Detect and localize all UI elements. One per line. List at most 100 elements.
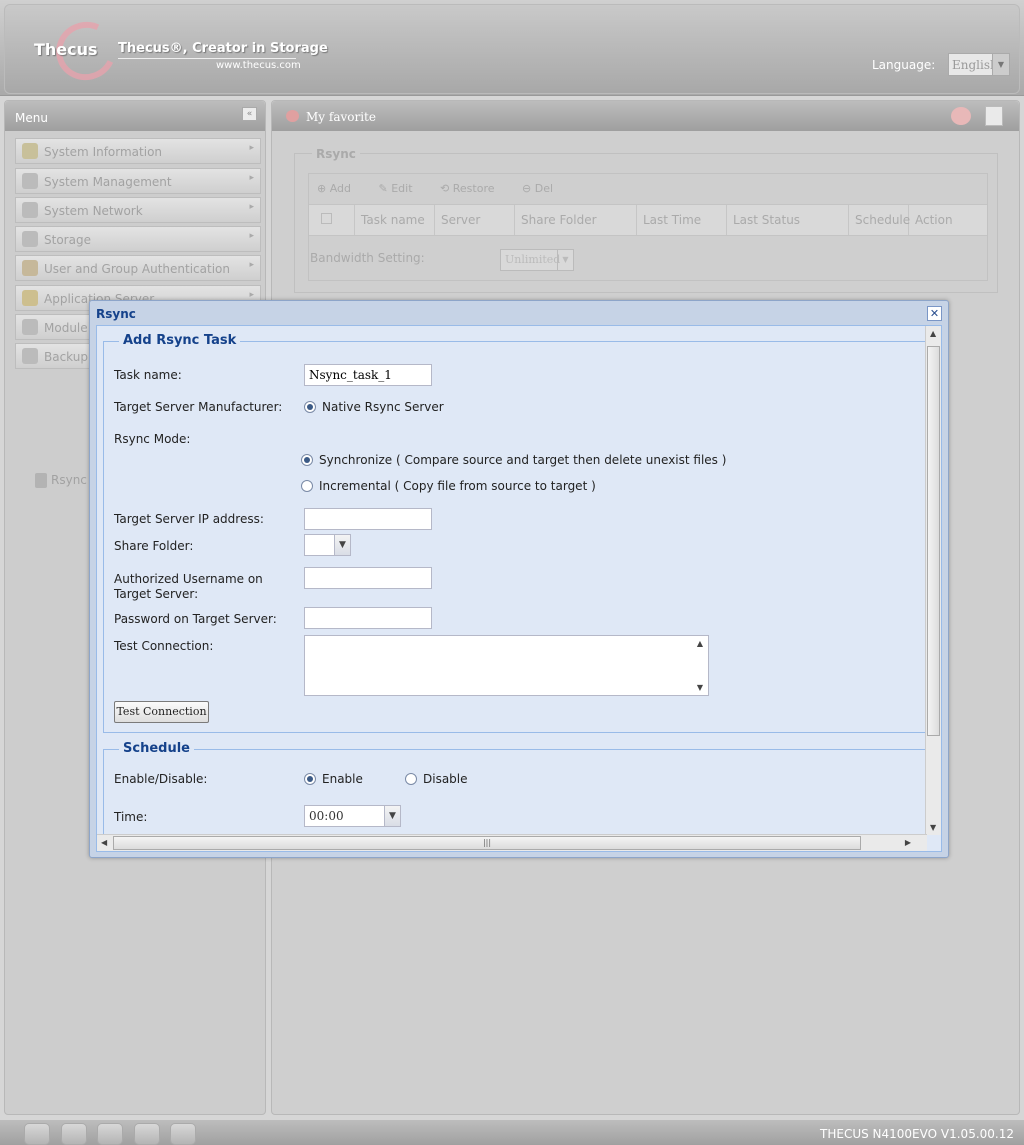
chevron-down-icon[interactable]: ▼ xyxy=(992,54,1009,75)
heart-icon xyxy=(286,110,299,122)
scroll-up-icon[interactable]: ▲ xyxy=(930,329,936,338)
schedule-legend: Schedule xyxy=(119,741,194,756)
bandwidth-select[interactable]: Unlimited ▼ xyxy=(500,249,574,271)
info-icon xyxy=(22,143,38,159)
password-label: Password on Target Server: xyxy=(114,612,277,626)
menu-item-label: System Information xyxy=(44,145,163,159)
disable-radio[interactable]: Disable xyxy=(405,772,468,786)
task-name-input[interactable] xyxy=(304,364,432,386)
scroll-down-icon[interactable]: ▼ xyxy=(930,823,936,832)
scroll-right-icon[interactable]: ▶ xyxy=(905,838,911,847)
network-icon[interactable] xyxy=(170,1123,196,1145)
share-folder-select[interactable] xyxy=(304,534,335,556)
enable-label: Enable xyxy=(322,772,363,786)
native-rsync-label: Native Rsync Server xyxy=(322,400,444,414)
restore-button[interactable]: ⟲ Restore xyxy=(440,182,506,195)
chevron-down-icon[interactable]: ▼ xyxy=(384,805,401,827)
restore-label: Restore xyxy=(452,182,495,195)
rsync-mode-label: Rsync Mode: xyxy=(114,432,191,446)
network-icon xyxy=(22,202,38,218)
native-rsync-radio[interactable]: Native Rsync Server xyxy=(304,400,444,414)
radio-unselected-icon xyxy=(405,773,417,785)
menu-item-label: User and Group Authentication xyxy=(44,262,230,276)
incremental-radio[interactable]: Incremental ( Copy file from source to t… xyxy=(301,479,596,493)
chevron-right-icon: ▸ xyxy=(249,143,254,153)
chevron-right-icon: ▸ xyxy=(249,202,254,212)
rsync-icon xyxy=(35,473,47,488)
username-label: Authorized Username on Target Server: xyxy=(114,572,263,601)
menu-item-system-management[interactable]: System Management ▸ xyxy=(15,168,261,194)
col-last-time[interactable]: Last Time xyxy=(637,205,727,235)
delete-button[interactable]: ⊖ Del xyxy=(522,182,565,195)
logout-icon[interactable] xyxy=(985,106,1003,126)
chevron-down-icon[interactable]: ▼ xyxy=(334,534,351,556)
menu-item-user-group-auth[interactable]: User and Group Authentication ▸ xyxy=(15,255,261,281)
storage-icon xyxy=(22,231,38,247)
delete-label: Del xyxy=(534,182,554,195)
enable-radio[interactable]: Enable xyxy=(304,772,363,786)
horizontal-scroll-thumb[interactable]: ||| xyxy=(113,836,861,850)
backup-icon xyxy=(22,348,38,364)
test-connection-button[interactable]: Test Connection xyxy=(114,701,209,723)
logo-text: Thecus xyxy=(34,40,98,59)
disk-icon[interactable] xyxy=(61,1123,87,1145)
language-select[interactable]: English ▼ xyxy=(948,53,1010,76)
synchronize-label: Synchronize ( Compare source and target … xyxy=(319,453,727,467)
menu-item-system-information[interactable]: System Information ▸ xyxy=(15,138,261,164)
menu-item-label: Backup xyxy=(44,350,88,364)
horizontal-scrollbar[interactable]: ◀ ||| ▶ xyxy=(97,834,927,851)
ip-address-label: Target Server IP address: xyxy=(114,512,264,526)
chevron-down-icon[interactable]: ▼ xyxy=(557,250,573,270)
select-all-checkbox[interactable] xyxy=(309,205,355,235)
temperature-icon[interactable] xyxy=(134,1123,160,1145)
menu-item-storage[interactable]: Storage ▸ xyxy=(15,226,261,252)
language-label: Language: xyxy=(872,58,936,72)
col-task-name[interactable]: Task name xyxy=(355,205,435,235)
col-action[interactable]: Action xyxy=(909,205,959,235)
scroll-down-icon[interactable]: ▼ xyxy=(697,683,703,692)
time-select[interactable]: 00:00 xyxy=(304,805,385,827)
menu-item-system-network[interactable]: System Network ▸ xyxy=(15,197,261,223)
scroll-up-icon[interactable]: ▲ xyxy=(697,639,703,648)
time-value: 00:00 xyxy=(309,809,344,823)
menu-subitem-rsync[interactable]: Rsync xyxy=(31,473,87,488)
vertical-scrollbar[interactable]: ▲ ▼ xyxy=(925,326,941,835)
test-connection-output[interactable]: ▲ ▼ xyxy=(304,635,709,696)
tools-icon xyxy=(22,173,38,189)
header-bar: Thecus Thecus®, Creator in Storage www.t… xyxy=(0,0,1024,96)
test-connection-label: Test Connection: xyxy=(114,639,214,653)
fan-icon[interactable] xyxy=(97,1123,123,1145)
favorite-label[interactable]: My favorite xyxy=(306,110,376,124)
close-icon[interactable]: ✕ xyxy=(927,306,942,321)
collapse-icon[interactable]: « xyxy=(242,107,257,121)
password-input[interactable] xyxy=(304,607,432,629)
bandwidth-value: Unlimited xyxy=(505,253,561,266)
folder-icon xyxy=(22,290,38,306)
username-input[interactable] xyxy=(304,567,432,589)
radio-selected-icon xyxy=(304,773,316,785)
menu-item-label: Storage xyxy=(44,233,91,247)
tagline: Thecus®, Creator in Storage xyxy=(118,41,328,56)
radio-unselected-icon xyxy=(301,480,313,492)
synchronize-radio[interactable]: Synchronize ( Compare source and target … xyxy=(301,453,726,467)
col-server[interactable]: Server xyxy=(435,205,515,235)
manufacturer-label: Target Server Manufacturer: xyxy=(114,400,283,414)
edit-button[interactable]: ✎ Edit xyxy=(379,182,425,195)
dialog-body: Add Rsync Task Task name: Target Server … xyxy=(96,325,942,852)
scroll-left-icon[interactable]: ◀ xyxy=(101,838,107,847)
users-icon xyxy=(22,260,38,276)
col-share-folder[interactable]: Share Folder xyxy=(515,205,637,235)
share-folder-label: Share Folder: xyxy=(114,539,194,553)
tagline-divider xyxy=(118,58,296,59)
menu-header: Menu « xyxy=(5,101,265,131)
add-favorite-icon[interactable] xyxy=(951,107,971,125)
vertical-scroll-thumb[interactable] xyxy=(927,346,940,736)
col-schedule[interactable]: Schedule xyxy=(849,205,910,235)
monitor-icon[interactable] xyxy=(24,1123,50,1145)
ip-address-input[interactable] xyxy=(304,508,432,530)
menu-item-label: System Network xyxy=(44,204,143,218)
col-last-status[interactable]: Last Status xyxy=(727,205,849,235)
add-button[interactable]: ⊕ Add xyxy=(317,182,363,195)
gear-icon xyxy=(22,319,38,335)
time-label: Time: xyxy=(114,810,148,824)
